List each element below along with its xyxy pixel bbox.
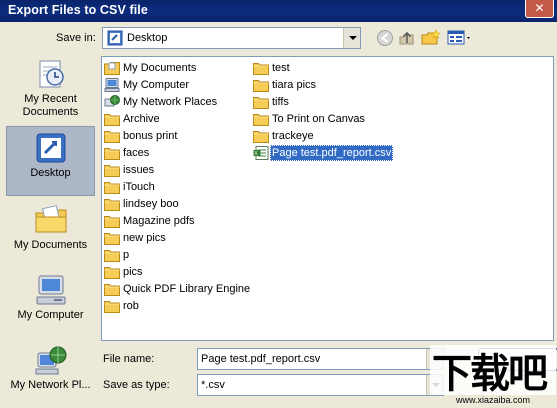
file-item-name: rob <box>123 300 139 312</box>
recent-documents-icon <box>39 60 64 88</box>
folder-icon <box>104 114 120 126</box>
my-documents-icon <box>35 205 66 233</box>
folder-icon <box>253 131 269 143</box>
network-places-icon <box>104 95 120 107</box>
place-label: Desktop <box>30 167 71 179</box>
folder-icon <box>104 148 120 160</box>
file-item-name: tiffs <box>272 96 289 108</box>
new-folder-icon[interactable] <box>421 29 441 47</box>
file-item-name: Page test.pdf_report.csv <box>270 145 394 161</box>
folder-icon <box>104 284 120 296</box>
back-arrow-icon[interactable] <box>376 29 394 47</box>
file-item-name: test <box>272 62 290 74</box>
place-label: My Computer <box>17 309 84 321</box>
folder-icon <box>104 250 120 262</box>
svg-text:下载吧: 下载吧 <box>432 351 548 395</box>
file-item-name: My Documents <box>123 62 197 74</box>
svg-text:X: X <box>254 151 258 157</box>
folder-icon <box>104 182 120 194</box>
my-computer-icon <box>36 275 65 305</box>
folder-icon <box>253 63 269 75</box>
file-item-name: lindsey boo <box>123 198 179 210</box>
folder-icon <box>104 301 120 313</box>
folder-icon <box>104 233 120 245</box>
place-label: My Recent Documents <box>22 93 79 118</box>
file-item-name: pics <box>123 266 143 278</box>
place-label: My Network Pl... <box>10 379 91 391</box>
place-my-network-places[interactable]: My Network Pl... <box>6 343 95 397</box>
place-desktop[interactable]: Desktop <box>6 126 95 196</box>
place-label: My Documents <box>13 239 88 251</box>
file-item-name: tiara pics <box>272 79 317 91</box>
folder-icon <box>104 131 120 143</box>
file-item-name: My Network Places <box>123 96 218 108</box>
views-menu-icon[interactable] <box>447 29 473 47</box>
folder-icon <box>253 97 269 109</box>
up-folder-icon[interactable] <box>398 29 416 47</box>
file-name-label: File name: <box>103 353 155 365</box>
chevron-down-icon[interactable] <box>343 28 360 48</box>
csv-file-icon: X <box>253 146 269 160</box>
save-as-type-value: *.csv <box>201 379 225 391</box>
file-name-value: Page test.pdf_report.csv <box>201 353 321 365</box>
my-documents-icon <box>104 62 120 75</box>
file-item-name: issues <box>123 164 155 176</box>
place-my-computer[interactable]: My Computer <box>6 273 95 327</box>
place-my-documents[interactable]: My Documents <box>6 203 95 257</box>
file-item-name: bonus print <box>123 130 178 142</box>
title-bar: Export Files to CSV file ✕ <box>0 0 557 22</box>
save-as-type-select[interactable]: *.csv <box>197 374 444 396</box>
folder-icon <box>104 199 120 211</box>
desktop-small-icon <box>107 30 123 46</box>
window-title: Export Files to CSV file <box>8 3 148 17</box>
file-item-name: Archive <box>123 113 160 125</box>
save-in-label: Save in: <box>56 32 96 44</box>
file-item-name: p <box>123 249 130 261</box>
place-recent-documents[interactable]: My Recent Documents <box>6 57 95 123</box>
watermark-url: www.xiazaiba.com <box>456 395 531 405</box>
desktop-icon <box>36 133 65 163</box>
my-computer-icon <box>104 78 120 92</box>
close-button[interactable]: ✕ <box>525 0 554 18</box>
folder-icon <box>104 216 120 228</box>
file-item-name: trackeye <box>272 130 314 142</box>
file-item-name: To Print on Canvas <box>272 113 365 125</box>
file-item-name: iTouch <box>123 181 155 193</box>
save-as-type-label: Save as type: <box>103 379 170 391</box>
folder-icon <box>253 80 269 92</box>
file-item-name: My Computer <box>123 79 190 91</box>
file-item-name: Quick PDF Library Engine <box>123 283 251 295</box>
file-name-input[interactable]: Page test.pdf_report.csv <box>197 348 444 370</box>
folder-icon <box>104 165 120 177</box>
file-item-name: faces <box>123 147 150 159</box>
file-item-name: Magazine pdfs <box>123 215 195 227</box>
save-in-value: Desktop <box>127 32 168 44</box>
folder-icon <box>253 114 269 126</box>
folder-icon <box>104 267 120 279</box>
watermark-logo: 下载吧 www.xiazaiba.com <box>426 345 557 408</box>
save-in-dropdown[interactable]: Desktop <box>102 27 361 49</box>
watermark-glyphs: 下载吧 <box>430 345 556 397</box>
close-icon: ✕ <box>534 1 545 15</box>
file-item-name: new pics <box>123 232 166 244</box>
file-list[interactable]: My Documents My Computer My Network Places… <box>101 56 554 341</box>
network-places-icon <box>35 346 66 375</box>
places-bar: My Recent Documents Desktop My Documents… <box>6 55 95 408</box>
